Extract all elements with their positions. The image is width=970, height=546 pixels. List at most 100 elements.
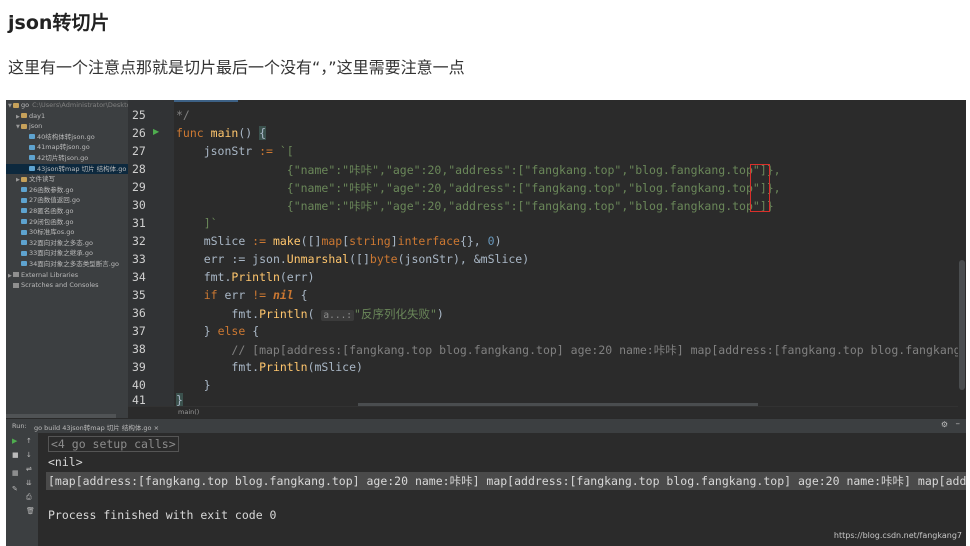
tree-item-label[interactable]: 40结构体转json.go — [37, 133, 95, 141]
rerun-icon[interactable]: ▶ — [12, 437, 17, 445]
tree-item[interactable]: 28匿名函数.go — [6, 206, 128, 217]
tree-item[interactable]: 42切片转json.go — [6, 153, 128, 164]
tree-item[interactable]: 43json转map 切片 结构体.go — [6, 163, 128, 175]
tree-item[interactable]: 26函数参数.go — [6, 185, 128, 196]
tree-item-label[interactable]: 30标准库os.go — [29, 228, 74, 236]
run-console[interactable]: <4 go setup calls> <nil> [map[address:[f… — [38, 433, 966, 546]
code-text: ] — [390, 234, 398, 248]
run-tab-label[interactable]: go build 43json转map 切片 结构体.go — [34, 424, 152, 432]
tree-item-label[interactable]: Scratches and Consoles — [21, 281, 99, 289]
tree-item-label[interactable]: 32面向对象之多态.go — [29, 239, 93, 247]
operator: != — [252, 288, 267, 302]
tree-item[interactable]: ▼ json — [6, 121, 128, 132]
json-string: {"name":"咔咔","age":20,"address":["fangka… — [286, 199, 774, 213]
project-tree[interactable]: ▼ go C:\Users\Administrator\Deskto ▶ day1 ▼ js… — [6, 100, 128, 418]
tree-item[interactable]: 30标准库os.go — [6, 227, 128, 238]
tree-item-label[interactable]: External Libraries — [21, 271, 78, 279]
print-icon[interactable]: ⎙ — [26, 493, 32, 502]
run-tool-column: ▶ ↑ ■ ↓ ⇌ ▦ ⇊ ✎ ⎙ 🗑 — [6, 433, 38, 546]
tree-item[interactable]: 29闭包函数.go — [6, 217, 128, 228]
tree-item[interactable]: ▼ go C:\Users\Administrator\Deskto — [6, 100, 128, 111]
keyword: else — [217, 324, 246, 338]
brace: } — [176, 393, 183, 407]
function-name: main — [210, 126, 239, 140]
line-number: 37 — [132, 324, 146, 338]
close-icon[interactable]: × — [154, 424, 159, 432]
tree-item-label[interactable]: 33面向对象之继承.go — [29, 249, 93, 257]
tree-item-path: C:\Users\Administrator\Deskto — [32, 101, 128, 109]
tree-item-label[interactable]: go — [21, 101, 29, 109]
variable: jsonStr — [203, 144, 253, 158]
tree-item[interactable]: Scratches and Consoles — [6, 280, 128, 291]
code-line-38: // [map[address:[fangkang.top blog.fangk… — [176, 342, 966, 358]
tree-item-label[interactable]: 43json转map 切片 结构体.go — [37, 165, 126, 173]
line-number: 31 — [132, 216, 146, 230]
run-gutter-icon[interactable]: ▶ — [153, 127, 159, 136]
code-line-25: */ — [176, 108, 190, 122]
tree-item[interactable]: ▶ External Libraries — [6, 270, 128, 281]
down-icon[interactable]: ↓ — [26, 451, 32, 459]
code-text: ) — [436, 307, 444, 321]
tree-item-label[interactable]: json — [29, 122, 42, 130]
code-text: ([] — [349, 252, 370, 266]
scroll-end-icon[interactable]: ⇊ — [26, 479, 32, 487]
wrap-icon[interactable]: ⇌ — [26, 465, 32, 473]
gofile-icon — [29, 166, 35, 172]
tree-item[interactable]: ▶ day1 — [6, 111, 128, 122]
code-text: err — [217, 288, 253, 302]
code-editor[interactable]: 25 26 27 28 29 30 31 32 33 34 35 36 37 38 39 40 41 ▶ */ … — [128, 100, 966, 418]
console-setup-calls[interactable]: <4 go setup calls> — [48, 436, 179, 452]
tree-item[interactable]: 27函数值返回.go — [6, 195, 128, 206]
minimize-icon[interactable]: – — [956, 419, 961, 429]
scrollbar-thumb[interactable] — [959, 260, 965, 390]
breadcrumb[interactable]: main() — [128, 406, 966, 418]
gofile-icon — [21, 250, 27, 256]
comment-end: */ — [176, 108, 190, 122]
tree-item-label[interactable]: day1 — [29, 112, 45, 120]
breadcrumb-item[interactable]: main() — [178, 408, 199, 416]
folder-icon — [21, 123, 27, 129]
tree-item-label[interactable]: 27函数值返回.go — [29, 196, 80, 204]
pin-icon[interactable]: ✎ — [12, 485, 18, 493]
setup-calls-fold[interactable]: <4 go setup calls> — [48, 436, 179, 452]
line-number: 41 — [132, 393, 146, 407]
stop-icon[interactable]: ■ — [12, 451, 19, 459]
tree-item[interactable]: 33面向对象之继承.go — [6, 248, 128, 259]
code-line-36: fmt.Println( a...: "反序列化失败") — [176, 306, 444, 322]
tree-item-label[interactable]: 26函数参数.go — [29, 186, 73, 194]
code-line-40: } — [176, 378, 211, 392]
tree-item[interactable]: 34面向对象之多态类型断言.go — [6, 259, 128, 270]
code-text: {}, — [459, 234, 488, 248]
console-line-nil: <nil> — [48, 455, 83, 469]
tree-item[interactable]: 32面向对象之多态.go — [6, 238, 128, 249]
gear-icon[interactable]: ⚙ — [941, 420, 948, 429]
article-heading: json转切片 — [8, 12, 110, 34]
tree-item-label[interactable]: 34面向对象之多态类型断言.go — [29, 260, 119, 268]
run-tab[interactable]: go build 43json转map 切片 结构体.go × — [34, 422, 159, 432]
code-text: { — [293, 288, 308, 302]
tree-item-label[interactable]: 42切片转json.go — [37, 154, 88, 162]
tree-item[interactable]: 41map转json.go — [6, 142, 128, 153]
tree-item-label[interactable]: 文件读写 — [29, 175, 55, 183]
tree-item-label[interactable]: 28匿名函数.go — [29, 207, 73, 215]
tree-item-label[interactable]: 41map转json.go — [37, 143, 90, 151]
layout-icon[interactable]: ▦ — [12, 469, 19, 477]
keyword: if — [203, 288, 218, 302]
line-number: 39 — [132, 360, 146, 374]
vertical-scrollbar[interactable] — [958, 100, 966, 418]
function-call: Println — [231, 270, 280, 284]
tree-item[interactable]: 40结构体转json.go — [6, 132, 128, 143]
up-icon[interactable]: ↑ — [26, 437, 32, 445]
function-call: Println — [259, 360, 308, 374]
code-text: := json. — [224, 252, 287, 266]
code-text: (mSlice) — [307, 360, 363, 374]
tree-item[interactable]: ▶ 文件读写 — [6, 174, 128, 185]
code-text: fmt. — [203, 270, 232, 284]
brace: { — [259, 126, 267, 140]
gofile-icon — [21, 187, 27, 193]
watermark: https://blog.csdn.net/fangkang7 — [833, 531, 962, 540]
tree-item-label[interactable]: 29闭包函数.go — [29, 218, 73, 226]
delete-icon[interactable]: 🗑 — [26, 507, 35, 515]
line-number: 36 — [132, 306, 146, 320]
code-line-31: ]` — [176, 216, 218, 230]
